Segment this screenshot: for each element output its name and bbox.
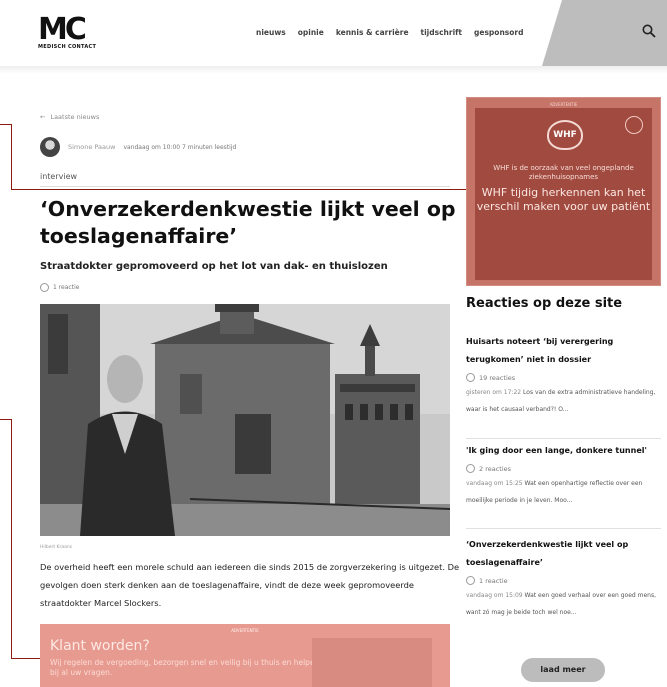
ad-image (312, 638, 432, 687)
comment-icon (466, 576, 475, 585)
ad-tagline: WHF tijdig herkennen kan het verschil ma… (476, 186, 651, 213)
connector-line (11, 189, 467, 190)
nav-item-opinie[interactable]: opinie (298, 28, 324, 37)
author-name[interactable]: Simone Paauw (68, 143, 115, 151)
heart-logo-icon: WHF (547, 120, 583, 150)
ad-label: ADVERTENTIE (231, 628, 259, 633)
bayer-logo-icon (625, 116, 643, 134)
load-more-button[interactable]: laad meer (521, 658, 605, 682)
list-item-title[interactable]: Huisarts noteert ‘bij verergering terugk… (466, 333, 661, 369)
logo[interactable]: MC MEDISCH CONTACT (38, 12, 97, 51)
connector-line (11, 419, 12, 659)
list-item-title[interactable]: ‘Onverzekerdenkwestie lijkt veel op toes… (466, 536, 661, 572)
reaction-count-label: 1 reactie (53, 284, 80, 291)
search-icon (642, 24, 656, 38)
article-photo (40, 304, 450, 536)
page-title: ‘Onverzekerdenkwestie lijkt veel op toes… (40, 197, 456, 248)
advertisement-bottom[interactable]: ADVERTENTIE Klant worden? Wij regelen de… (40, 624, 450, 687)
ad-banner[interactable]: WHF WHF is de oorzaak van veel ongepland… (475, 108, 652, 280)
arrow-left-icon: ← (40, 113, 46, 121)
author-line: Simone Paauw vandaag om 10:00 7 minuten … (40, 137, 236, 157)
main-nav: nieuws opinie kennis & carrière tijdschr… (256, 28, 523, 37)
ad-label: ADVERTENTIE (549, 102, 578, 107)
list-item[interactable]: 'Ik ging door een lange, donkere tunnel'… (466, 442, 661, 509)
list-item[interactable]: Huisarts noteert ‘bij verergering terugk… (466, 333, 661, 418)
comment-icon (466, 373, 475, 382)
connector-line (11, 658, 41, 659)
back-link[interactable]: ← Laatste nieuws (40, 113, 99, 121)
comment-time: vandaag om 15:25 (466, 480, 523, 487)
article-meta: vandaag om 10:00 7 minuten leestijd (123, 143, 237, 151)
nav-item-gesponsord[interactable]: gesponsord (474, 28, 523, 37)
article-subtitle: Straatdokter gepromoveerd op het lot van… (40, 261, 388, 272)
comment-time: vandaag om 15:09 (466, 592, 523, 599)
photo-illustration (40, 304, 450, 536)
ad-headline: WHF is de oorzaak van veel ongeplande zi… (493, 164, 634, 181)
nav-item-tijdschrift[interactable]: tijdschrift (421, 28, 462, 37)
nav-item-nieuws[interactable]: nieuws (256, 28, 286, 37)
comment-icon (466, 464, 475, 473)
list-item-title[interactable]: 'Ik ging door een lange, donkere tunnel' (466, 442, 661, 460)
reaction-count[interactable]: 1 reactie (40, 283, 79, 292)
reaction-count-label: 1 reactie (479, 576, 508, 585)
sidebar-title: Reacties op deze site (466, 296, 623, 311)
article-kicker: interview (40, 172, 78, 181)
logo-subtitle: MEDISCH CONTACT (38, 44, 97, 50)
divider (466, 438, 661, 439)
comment-snippet[interactable]: gisteren om 17:22 Los van de extra admin… (466, 384, 661, 418)
photo-caption: Hilbert Kraans (40, 545, 73, 550)
reaction-count[interactable]: 1 reactie (466, 576, 661, 585)
ad-headline: Klant worden? (50, 638, 150, 654)
logo-mark: MC (38, 12, 87, 47)
reaction-count-label: 19 reacties (479, 373, 516, 382)
comment-snippet[interactable]: vandaag om 15:25 Wat een openhartige ref… (466, 475, 661, 509)
site-header: MC MEDISCH CONTACT nieuws opinie kennis … (0, 0, 667, 66)
divider (40, 186, 450, 187)
connector-line (11, 124, 12, 190)
reaction-count[interactable]: 2 reacties (466, 464, 661, 473)
comment-snippet[interactable]: vandaag om 15:09 Wat een goed verhaal ov… (466, 587, 661, 621)
comment-icon (40, 283, 49, 292)
ad-body: Wij regelen de vergoeding, bezorgen snel… (50, 658, 320, 677)
reaction-count-label: 2 reacties (479, 464, 512, 473)
header-shadow (0, 66, 667, 74)
back-link-label: Laatste nieuws (50, 113, 100, 121)
list-item[interactable]: ‘Onverzekerdenkwestie lijkt veel op toes… (466, 536, 661, 621)
article-intro: De overheid heeft een morele schuld aan … (40, 562, 460, 608)
comment-time: gisteren om 17:22 (466, 389, 522, 396)
nav-item-kennis-carriere[interactable]: kennis & carrière (336, 28, 409, 37)
search-button[interactable] (542, 0, 667, 66)
avatar (40, 137, 60, 157)
advertisement-top[interactable]: ADVERTENTIE WHF WHF is de oorzaak van ve… (466, 97, 661, 286)
reaction-count[interactable]: 19 reacties (466, 373, 661, 382)
divider (466, 528, 661, 529)
